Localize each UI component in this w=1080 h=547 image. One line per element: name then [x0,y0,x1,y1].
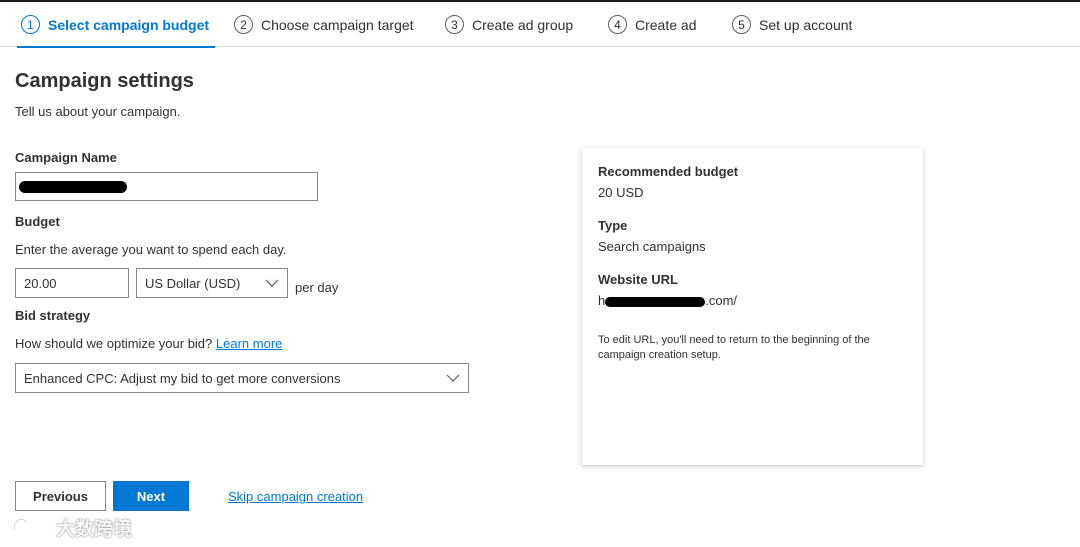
watermark-logo-icon [10,512,51,542]
chevron-down-icon [265,276,279,290]
type-value: Search campaigns [598,239,706,254]
currency-dropdown[interactable]: US Dollar (USD) [136,268,288,298]
website-url-prefix: h [598,293,606,308]
step-number: 3 [445,15,464,34]
step-label: Create ad [635,16,697,33]
watermark-text: 大数跨境 [56,518,133,540]
step-create-ad-group[interactable]: 3 Create ad group [445,2,573,47]
step-choose-campaign-target[interactable]: 2 Choose campaign target [234,2,414,47]
watermark: 大数跨境 [10,513,132,541]
step-create-ad[interactable]: 4 Create ad [608,2,696,47]
budget-amount-value: 20.00 [24,275,57,291]
campaign-name-input[interactable] [15,172,318,201]
type-label: Type [598,218,628,233]
bid-strategy-dropdown[interactable]: Enhanced CPC: Adjust my bid to get more … [15,363,469,393]
step-set-up-account[interactable]: 5 Set up account [732,2,852,47]
budget-label: Budget [15,214,60,229]
redaction-mark [605,296,706,307]
website-url-value: h .com/ [598,293,798,308]
edit-url-note: To edit URL, you'll need to return to th… [598,334,870,361]
learn-more-link[interactable]: Learn more [216,336,282,351]
recommended-budget-value: 20 USD [598,185,644,200]
step-number: 2 [234,15,253,34]
previous-button[interactable]: Previous [15,481,106,511]
skip-campaign-creation-link[interactable]: Skip campaign creation [228,489,363,504]
step-number: 4 [608,15,627,34]
bid-strategy-label: Bid strategy [15,308,91,323]
website-url-label: Website URL [598,272,678,287]
wizard-stepper: 1 Select campaign budget 2 Choose campai… [0,2,1080,48]
step-label: Select campaign budget [48,16,210,33]
page-title: Campaign settings [15,70,194,92]
step-label: Choose campaign target [261,16,414,33]
per-day-label: per day [295,280,339,295]
bid-strategy-help: How should we optimize your bid? Learn m… [15,336,282,351]
redaction-mark [19,181,127,193]
budget-amount-input[interactable]: 20.00 [15,268,129,298]
page-subtitle: Tell us about your campaign. [15,104,181,119]
step-select-campaign-budget[interactable]: 1 Select campaign budget [16,2,216,48]
website-url-suffix: .com/ [705,293,738,308]
currency-selected: US Dollar (USD) [145,275,241,291]
campaign-name-label: Campaign Name [15,150,117,165]
bid-help-text: How should we optimize your bid? [15,336,213,351]
step-number: 1 [21,15,40,34]
chevron-down-icon [446,371,460,385]
budget-help-text: Enter the average you want to spend each… [15,242,287,257]
step-label: Create ad group [472,16,574,33]
campaign-summary-card: Recommended budget 20 USD Type Search ca… [582,148,923,465]
step-number: 5 [732,15,751,34]
recommended-budget-label: Recommended budget [598,164,739,179]
bid-strategy-selected: Enhanced CPC: Adjust my bid to get more … [24,370,341,386]
next-button[interactable]: Next [113,481,189,511]
step-label: Set up account [759,16,853,33]
